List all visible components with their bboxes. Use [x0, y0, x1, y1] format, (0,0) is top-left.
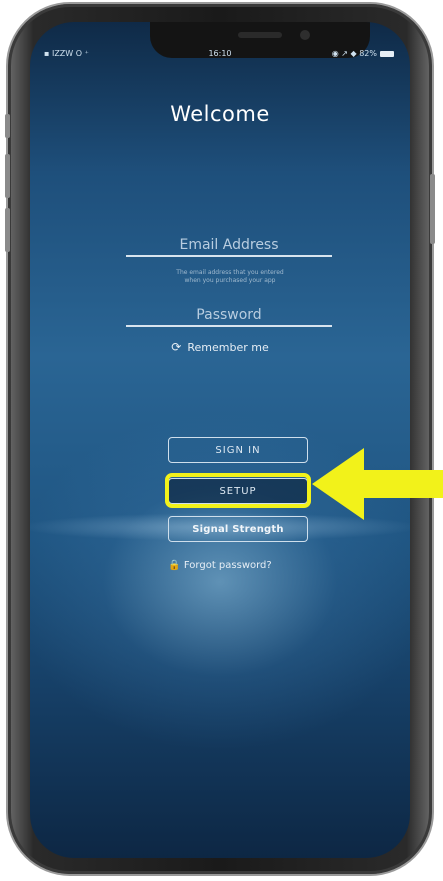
forgot-password-link[interactable]: 🔒 Forgot password? — [30, 560, 410, 571]
phone-screen: ▪ IZZW O ⁺ 16:10 ◉ ↗ ◆ 82% Welcome Email… — [30, 22, 410, 858]
lock-icon: 🔒 — [168, 560, 181, 571]
sign-in-button[interactable]: SIGN IN — [168, 437, 308, 463]
status-bar: ▪ IZZW O ⁺ 16:10 ◉ ↗ ◆ 82% — [30, 47, 410, 63]
battery-icon — [380, 50, 394, 57]
side-button-volume-down — [5, 208, 10, 252]
status-right-icons: ◉ ↗ ◆ 82% — [332, 49, 394, 58]
speaker-grille — [238, 32, 282, 38]
side-button-volume-up — [5, 154, 10, 198]
side-button-power — [430, 174, 435, 244]
email-field[interactable]: Email Address — [126, 237, 332, 257]
forgot-password-label: Forgot password? — [183, 560, 272, 571]
email-hint: The email address that you entered when … — [142, 269, 318, 285]
signal-strength-button[interactable]: Signal Strength — [168, 516, 308, 542]
remember-me-label: Remember me — [187, 341, 269, 354]
email-hint-line-1: The email address that you entered — [176, 269, 284, 276]
side-button-mute — [5, 114, 10, 138]
arrow-left-icon — [312, 448, 443, 520]
front-camera — [300, 30, 310, 40]
refresh-circle-icon: ⟳ — [171, 340, 182, 354]
page-title: Welcome — [170, 102, 270, 126]
status-indicators: ◉ ↗ ◆ 82% — [331, 49, 377, 58]
email-hint-line-2: when you purchased your app — [184, 277, 276, 284]
remember-me-toggle[interactable]: ⟳ Remember me — [30, 340, 410, 354]
setup-button[interactable]: SETUP — [168, 478, 308, 504]
password-field[interactable]: Password — [126, 307, 332, 327]
phone-frame: ▪ IZZW O ⁺ 16:10 ◉ ↗ ◆ 82% Welcome Email… — [5, 4, 435, 874]
